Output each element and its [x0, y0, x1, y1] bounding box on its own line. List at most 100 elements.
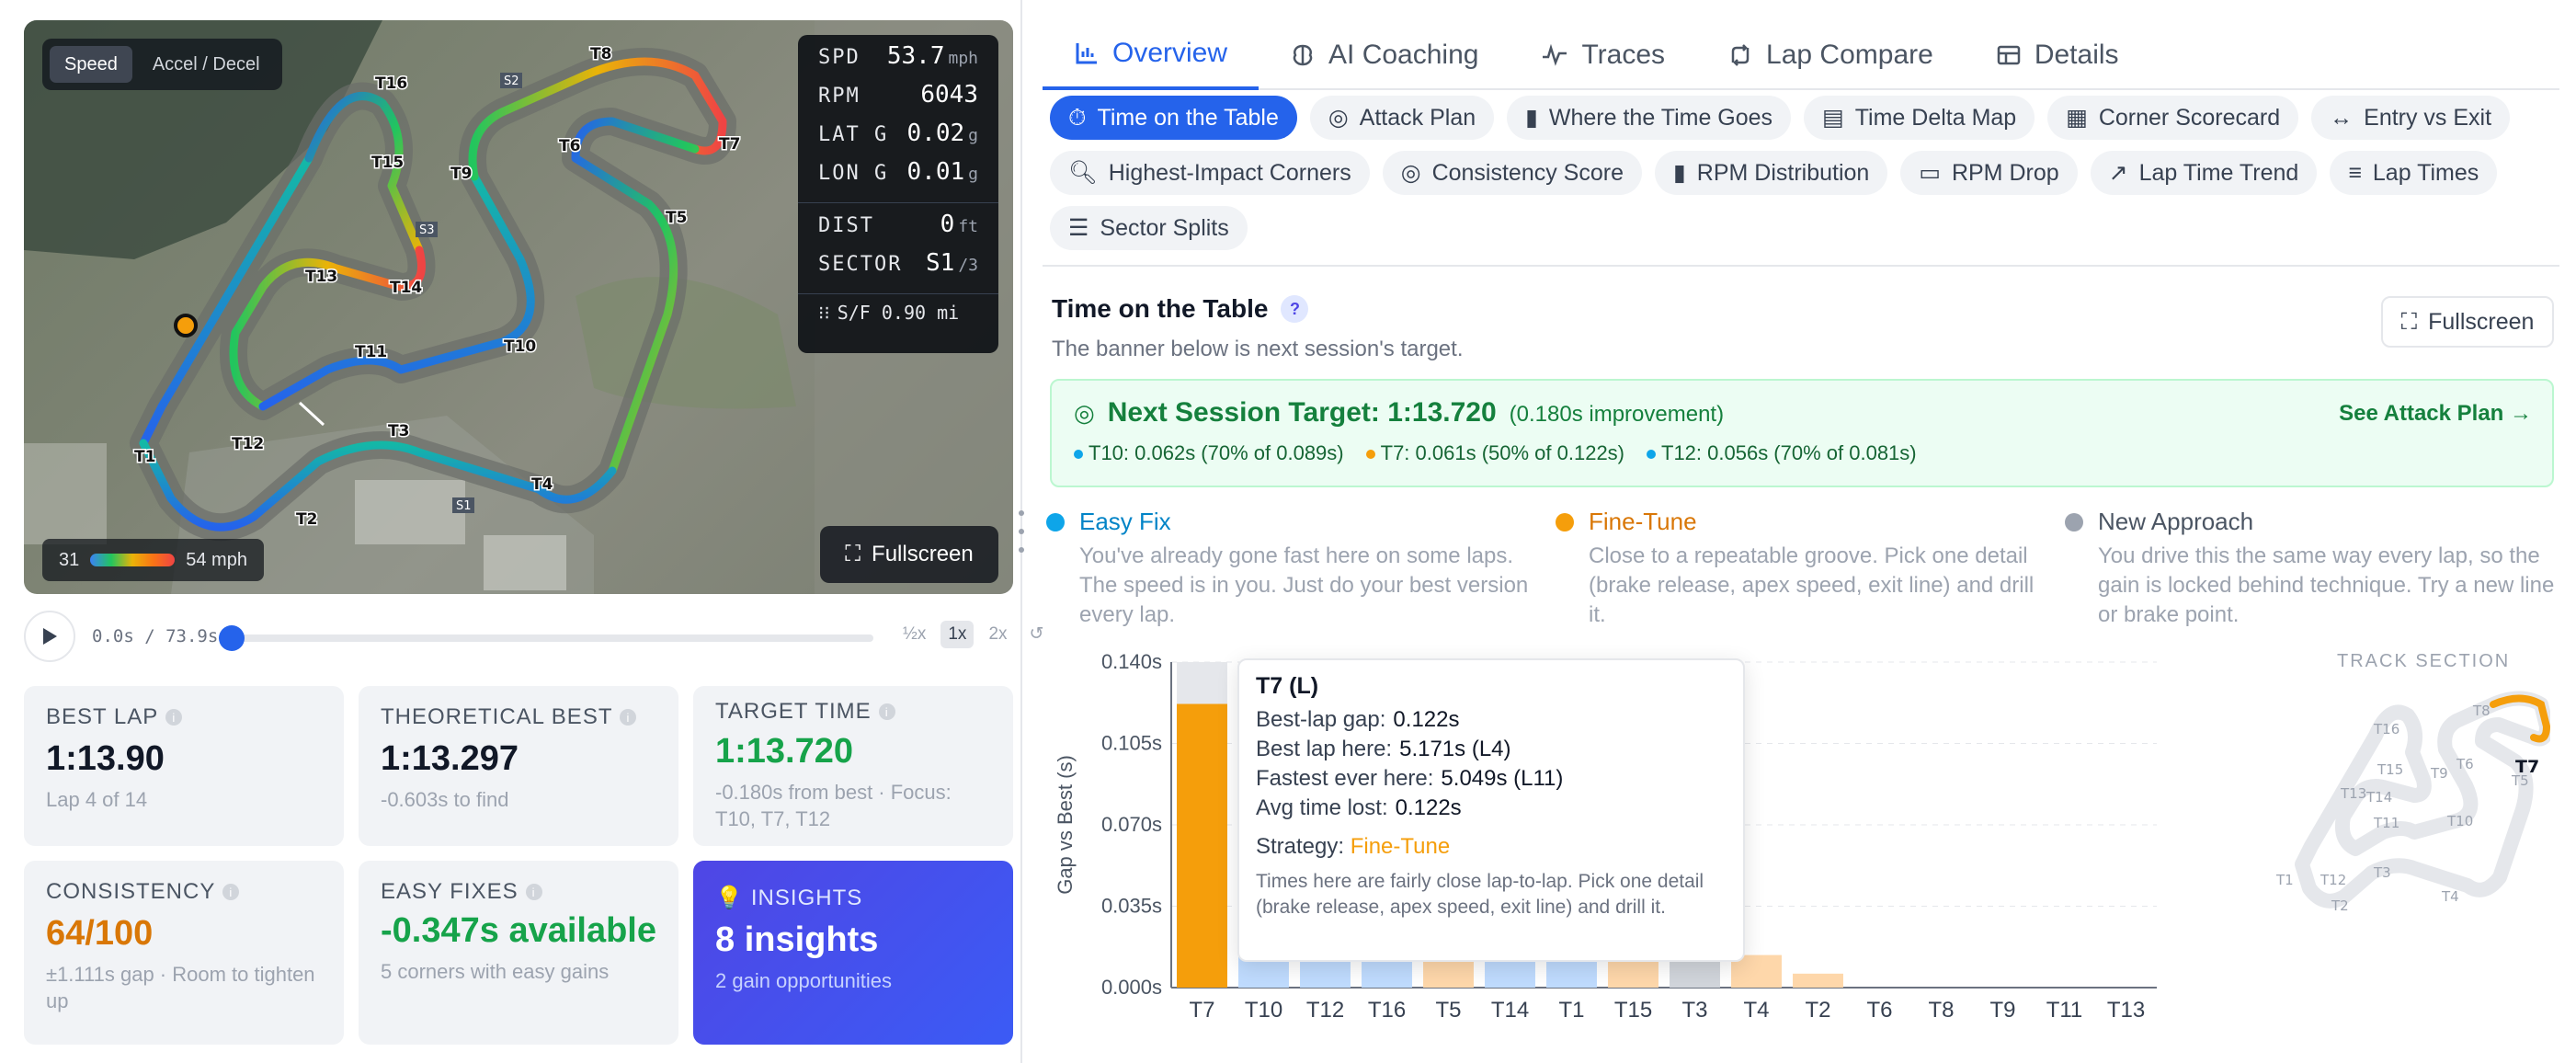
tab-traces[interactable]: Traces: [1510, 20, 1696, 90]
corner-label-t3: T3: [388, 422, 409, 440]
playback-controls: 0.0s / 73.9s ½x 1x 2x ↺: [24, 609, 1043, 664]
strategy-title: Fine-Tune: [1589, 508, 1697, 535]
pill-rpm-distribution[interactable]: ▮ RPM Distribution: [1655, 151, 1888, 195]
corner-label-t10: T10: [504, 337, 536, 356]
bar-t7[interactable]: [1177, 703, 1227, 988]
tooltip-row: Fastest ever here: 5.049s (L11): [1256, 764, 1727, 794]
scrubber-handle[interactable]: [219, 625, 245, 651]
magnify-icon: 🔍︎: [1068, 159, 1098, 186]
insights-card[interactable]: 💡 INSIGHTS 8 insights 2 gain opportunitie…: [693, 861, 1013, 1045]
tab-ai-coaching[interactable]: AI Coaching: [1259, 20, 1510, 90]
rate-2x-button[interactable]: 2x: [981, 621, 1014, 648]
banner-target-item: T7: 0.061s (50% of 0.122s): [1365, 441, 1624, 465]
pill-attack-plan[interactable]: ◎ Attack Plan: [1309, 96, 1495, 140]
strategy-dot: [1556, 512, 1574, 532]
rate-1x-button[interactable]: 1x: [940, 620, 975, 648]
pill-sector-splits[interactable]: ☰ Sector Splits: [1050, 206, 1248, 250]
map-fullscreen-button[interactable]: ⛶ Fullscreen: [820, 526, 998, 583]
pill-time-on-table[interactable]: ⏱ Time on the Table: [1050, 96, 1297, 140]
banner-target-item: T12: 0.056s (70% of 0.081s): [1647, 441, 1917, 465]
pill-label: RPM Distribution: [1696, 159, 1870, 186]
section-subtitle: The banner below is next session's targe…: [1052, 337, 1464, 361]
table-icon: [1997, 45, 2021, 65]
corner-label-t12: T12: [232, 435, 264, 453]
play-button[interactable]: [24, 611, 75, 662]
dist-unit: ft: [958, 217, 978, 236]
help-icon[interactable]: ?: [1281, 295, 1309, 323]
pill-corner-scorecard[interactable]: ▦ Corner Scorecard: [2047, 96, 2299, 140]
accel-mode-button[interactable]: Accel / Decel: [138, 46, 275, 83]
gauge-icon: ▭: [1919, 160, 1941, 186]
x-tick-label: T8: [1928, 998, 1954, 1023]
easy-fixes-label: EASY FIXES: [381, 879, 519, 904]
best-lap-value: 1:13.90: [46, 739, 165, 778]
theoretical-value: 1:13.297: [381, 739, 519, 778]
lightbulb-icon: 💡: [715, 886, 744, 910]
pill-where-time-goes[interactable]: ▮ Where the Time Goes: [1507, 96, 1792, 140]
pill-rpm-drop[interactable]: ▭ RPM Drop: [1900, 151, 2078, 195]
mini-corner-t4: T4: [2441, 888, 2459, 905]
pill-label: RPM Drop: [1951, 159, 2059, 186]
speed-mode-button[interactable]: Speed: [50, 46, 132, 83]
tooltip-row-value: 0.122s: [1393, 707, 1460, 732]
tab-lap-compare[interactable]: Lap Compare: [1696, 20, 1965, 90]
pill-label: Lap Times: [2372, 159, 2479, 186]
pill-lap-times[interactable]: ≡ Lap Times: [2330, 151, 2498, 195]
info-icon[interactable]: i: [525, 884, 542, 900]
playback-scrubber[interactable]: [219, 625, 873, 651]
sector-value: S1: [926, 249, 955, 277]
pill-label: Entry vs Exit: [2364, 104, 2492, 131]
rate-half-button[interactable]: ½x: [895, 621, 933, 648]
x-tick-label: T10: [1245, 998, 1282, 1023]
pill-lap-time-trend[interactable]: ↗ Lap Time Trend: [2090, 151, 2318, 195]
info-icon[interactable]: i: [878, 703, 895, 720]
tab-details[interactable]: Details: [1965, 20, 2150, 90]
info-icon[interactable]: i: [165, 709, 183, 726]
tooltip-strategy: Strategy: Fine-Tune: [1256, 832, 1727, 862]
dist-value: 0: [940, 211, 955, 238]
see-attack-plan-link[interactable]: See Attack Plan →: [2339, 401, 2532, 427]
target-label: TARGET TIME: [715, 699, 872, 724]
tooltip-row-label: Fastest ever here:: [1256, 766, 1434, 791]
analysis-panel: Overview AI Coaching Traces Lap Compare …: [1043, 0, 2559, 1063]
y-tick-label: 0.035s: [1101, 895, 1162, 918]
tab-ai-coaching-label: AI Coaching: [1328, 40, 1479, 70]
track-map[interactable]: T1 T2 T3 T4 T5 T6 T7 T8 T9 T10 T11 T12 T13 T14 T15 T16 …: [24, 20, 1013, 594]
lon-g-label: LON G: [818, 162, 889, 185]
main-tabs: Overview AI Coaching Traces Lap Compare …: [1043, 20, 2559, 90]
resize-handle[interactable]: [1015, 504, 1028, 559]
theoretical-best-card: THEORETICAL BEST i 1:13.297 -0.603s to fi…: [359, 686, 678, 846]
bar-t2[interactable]: [1793, 973, 1843, 988]
pill-time-delta-map[interactable]: ▤ Time Delta Map: [1804, 96, 2035, 140]
sector-label-s2: S2: [504, 74, 519, 88]
target-sub: -0.180s from best · Focus: T10, T7, T12: [715, 781, 952, 830]
pill-consistency-score[interactable]: ◎ Consistency Score: [1382, 151, 1642, 195]
speed-legend-max: 54 mph: [186, 549, 247, 570]
corner-label-t11: T11: [355, 343, 387, 361]
speed-value: 53.7: [886, 42, 945, 70]
target-value: 1:13.720: [715, 732, 854, 771]
pill-highest-impact[interactable]: 🔍︎ Highest-Impact Corners: [1050, 151, 1370, 195]
tab-overview[interactable]: Overview: [1043, 20, 1260, 90]
y-tick-label: 0.105s: [1101, 732, 1162, 755]
sector-label-s1: S1: [456, 499, 472, 513]
mini-corner-t9: T9: [2430, 765, 2448, 782]
banner-target-text: T12: 0.056s (70% of 0.081s): [1661, 441, 1917, 464]
stopwatch-icon: ⏱: [1068, 104, 1087, 131]
trace-icon: [1543, 43, 1567, 66]
banner-title: Next Session Target: 1:13.720: [1107, 397, 1497, 428]
pill-entry-vs-exit[interactable]: ↔ Entry vs Exit: [2311, 96, 2511, 140]
info-icon[interactable]: i: [222, 884, 240, 900]
x-tick-label: T6: [1866, 998, 1892, 1023]
mini-corner-t14: T14: [2365, 789, 2392, 806]
chart-fullscreen-button[interactable]: ⛶ Fullscreen: [2381, 296, 2554, 348]
mini-corner-t1: T1: [2275, 872, 2294, 888]
info-icon[interactable]: i: [620, 709, 637, 726]
tooltip-row: Avg time lost: 0.122s: [1256, 794, 1727, 823]
target-icon: ◎: [1328, 105, 1349, 131]
sector-label-s3: S3: [419, 223, 435, 237]
table-icon: ▦: [2066, 105, 2088, 131]
target-icon: ◎: [1400, 160, 1421, 186]
strategy-title: Easy Fix: [1079, 508, 1171, 535]
easy-fixes-sub: 5 corners with easy gains: [381, 960, 610, 983]
